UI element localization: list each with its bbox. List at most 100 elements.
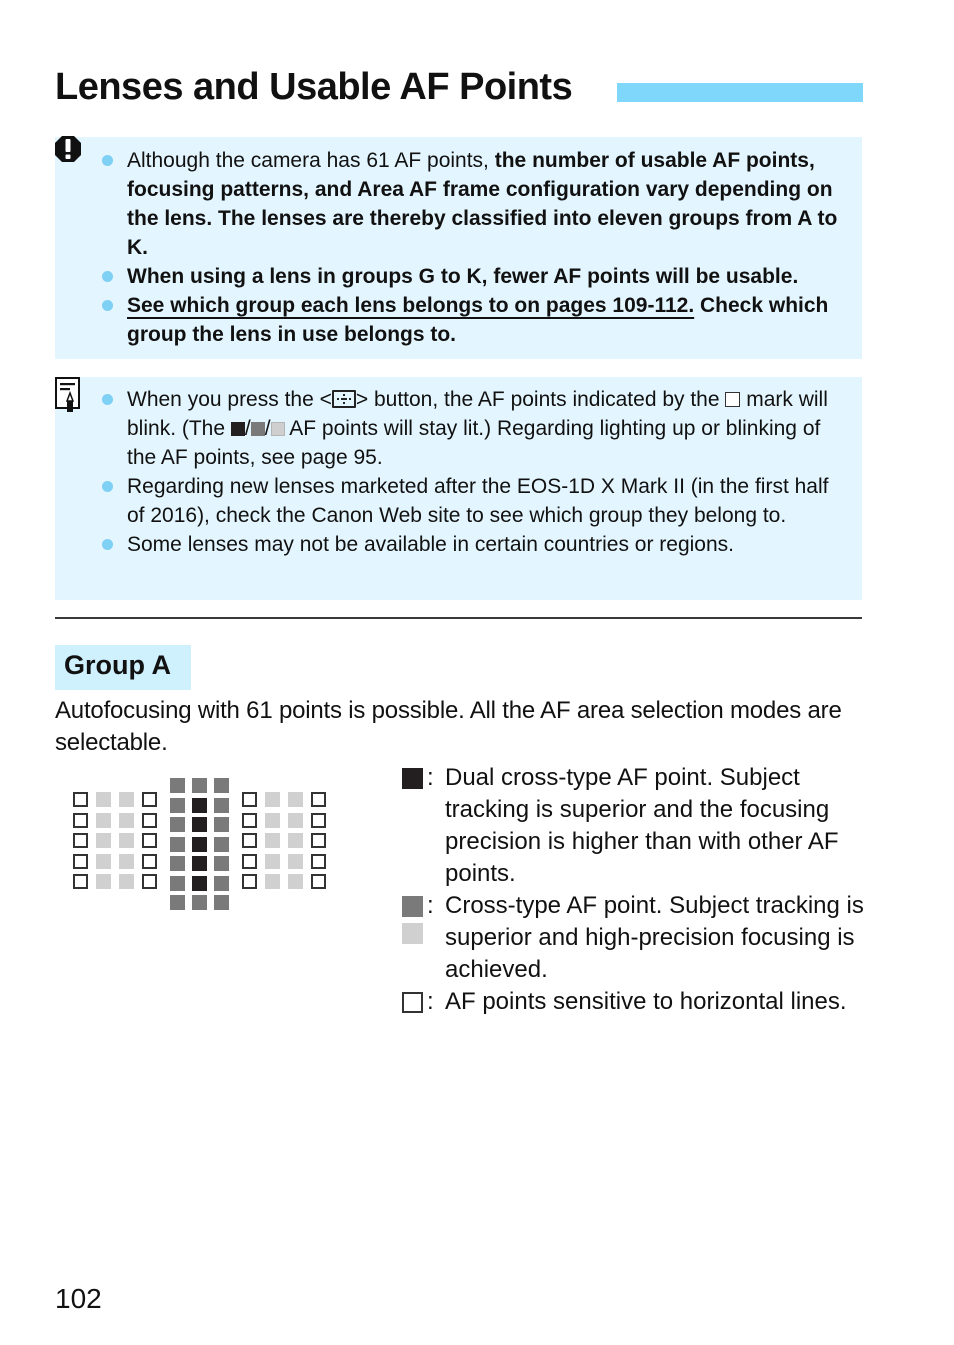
- af-point-outline: [142, 813, 157, 828]
- af-point-outline: [73, 833, 88, 848]
- outline-square-icon: [725, 392, 741, 407]
- af-point-outline: [73, 874, 88, 889]
- gray-square-icon: [250, 422, 265, 436]
- af-point-gray: [214, 876, 229, 891]
- af-point-gray: [214, 817, 229, 832]
- outline-square-icon: [402, 992, 423, 1013]
- gray-square-icon: [402, 896, 423, 917]
- af-point-light: [119, 874, 134, 889]
- af-point-outline: [73, 854, 88, 869]
- af-point-selection-button-icon: [331, 390, 356, 408]
- af-point-light: [288, 854, 303, 869]
- legend-colon: :: [427, 892, 434, 919]
- caution-box: Although the camera has 61 AF points, th…: [55, 136, 862, 359]
- af-point-gray: [170, 837, 185, 852]
- af-point-light: [288, 813, 303, 828]
- af-point-outline: [311, 833, 326, 848]
- af-point-black: [192, 798, 207, 813]
- section-divider: [55, 617, 862, 619]
- bullet-dot-icon: [102, 155, 113, 166]
- legend-colon: :: [427, 764, 434, 791]
- af-point-gray: [214, 895, 229, 910]
- af-point-light: [265, 813, 280, 828]
- af-point-light: [288, 874, 303, 889]
- bullet-bold-text: When using a lens in groups G to K, fewe…: [127, 265, 799, 288]
- af-point-outline: [142, 854, 157, 869]
- memo-bullet: Regarding new lenses marketed after the …: [55, 472, 862, 530]
- legend-item-cross-type: : Cross-type AF point. Subject tracking …: [402, 890, 872, 986]
- af-point-gray: [214, 778, 229, 793]
- af-point-black: [192, 876, 207, 891]
- af-point-black: [192, 837, 207, 852]
- light-square-icon: [402, 923, 423, 944]
- bullet-text: When you press the <: [127, 388, 332, 411]
- af-point-outline: [242, 874, 257, 889]
- af-point-light: [265, 854, 280, 869]
- af-point-gray: [192, 778, 207, 793]
- af-point-light: [96, 854, 111, 869]
- af-point-outline: [242, 792, 257, 807]
- bullet-text: Although the camera has 61 AF points,: [127, 149, 495, 172]
- legend-text: Dual cross-type AF point. Subject tracki…: [445, 764, 839, 887]
- bullet-dot-icon: [102, 481, 113, 492]
- af-point-light: [288, 792, 303, 807]
- legend-text: Cross-type AF point. Subject tracking is…: [445, 892, 864, 983]
- af-point-light: [288, 833, 303, 848]
- group-heading: Group A: [55, 645, 191, 690]
- af-point-outline: [142, 792, 157, 807]
- af-point-outline: [311, 792, 326, 807]
- af-point-light: [119, 813, 134, 828]
- af-point-gray: [170, 798, 185, 813]
- af-point-outline: [142, 833, 157, 848]
- bullet-text: Some lenses may not be available in cert…: [127, 533, 734, 556]
- af-point-gray: [170, 895, 185, 910]
- af-point-gray: [214, 798, 229, 813]
- memo-bullet: When you press the < > button, the AF poi…: [55, 385, 862, 472]
- af-point-light: [96, 874, 111, 889]
- memo-bullet: Some lenses may not be available in cert…: [55, 530, 862, 559]
- black-square-icon: [402, 768, 423, 789]
- af-point-gray: [214, 837, 229, 852]
- af-point-light: [96, 813, 111, 828]
- legend-item-horizontal: : AF points sensitive to horizontal line…: [402, 986, 872, 1018]
- af-point-light: [119, 792, 134, 807]
- af-point-black: [192, 856, 207, 871]
- caution-bullet: Although the camera has 61 AF points, th…: [55, 146, 862, 262]
- af-point-gray: [192, 895, 207, 910]
- legend-text: AF points sensitive to horizontal lines.: [445, 988, 847, 1015]
- caution-bullet: See which group each lens belongs to on …: [55, 291, 862, 349]
- title-accent-bar: [617, 83, 863, 102]
- af-point-light: [96, 833, 111, 848]
- af-point-gray: [170, 817, 185, 832]
- af-point-outline: [311, 813, 326, 828]
- legend-item-dual-cross: : Dual cross-type AF point. Subject trac…: [402, 762, 872, 890]
- af-point-outline: [311, 854, 326, 869]
- bullet-dot-icon: [102, 539, 113, 550]
- page-number: 102: [55, 1283, 102, 1314]
- caution-bullet: When using a lens in groups G to K, fewe…: [55, 262, 862, 291]
- page-reference-link[interactable]: See which group each lens belongs to on …: [127, 294, 694, 317]
- af-point-gray: [170, 778, 185, 793]
- af-point-outline: [73, 792, 88, 807]
- af-point-gray: [214, 856, 229, 871]
- af-point-outline: [142, 874, 157, 889]
- page-title: Lenses and Usable AF Points: [55, 66, 573, 108]
- group-description: Autofocusing with 61 points is possible.…: [55, 697, 842, 756]
- af-point-outline: [242, 833, 257, 848]
- af-point-legend: : Dual cross-type AF point. Subject trac…: [402, 762, 872, 1018]
- light-square-icon: [270, 422, 285, 436]
- bullet-text: Regarding new lenses marketed after the …: [127, 475, 829, 527]
- af-point-gray: [170, 876, 185, 891]
- bullet-dot-icon: [102, 394, 113, 405]
- af-point-light: [265, 792, 280, 807]
- af-point-black: [192, 817, 207, 832]
- af-point-light: [265, 874, 280, 889]
- bullet-dot-icon: [102, 271, 113, 282]
- af-point-light: [265, 833, 280, 848]
- af-point-gray: [170, 856, 185, 871]
- af-point-light: [119, 854, 134, 869]
- af-point-outline: [242, 854, 257, 869]
- af-point-outline: [242, 813, 257, 828]
- legend-colon: :: [427, 988, 434, 1015]
- bullet-text: > button, the AF points indicated by the: [355, 388, 726, 411]
